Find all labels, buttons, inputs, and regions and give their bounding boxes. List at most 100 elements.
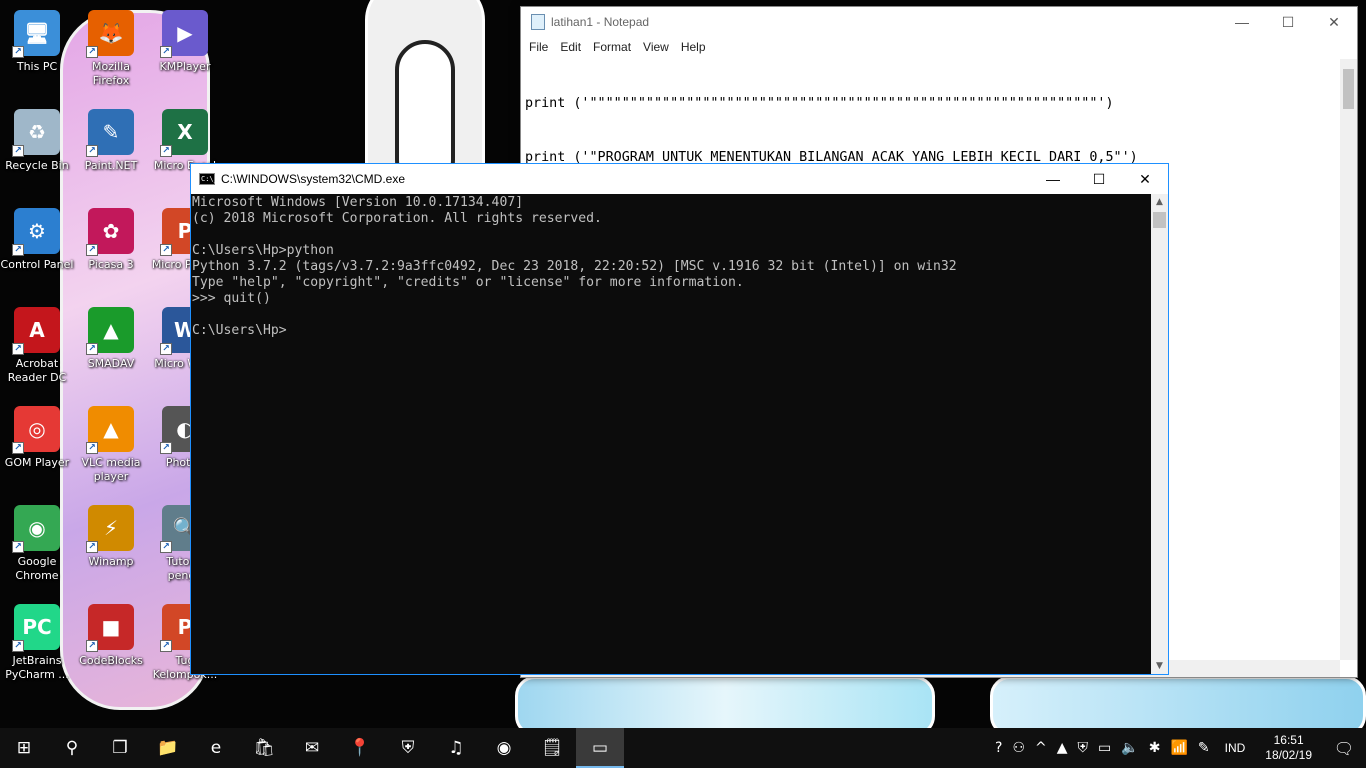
taskbar-mail[interactable]: ✉ <box>288 728 336 768</box>
desktop-icon[interactable]: ■ ↗ CodeBlocks <box>74 598 148 694</box>
taskbar-task-view-button[interactable]: ❐ <box>96 728 144 768</box>
shortcut-arrow-icon: ↗ <box>86 46 98 58</box>
menu-format[interactable]: Format <box>587 40 637 54</box>
shortcut-arrow-icon: ↗ <box>86 343 98 355</box>
tray-icon[interactable]: ▲ <box>1052 740 1073 756</box>
shortcut-arrow-icon: ↗ <box>12 244 24 256</box>
tray-icon[interactable]: ^ <box>1030 740 1052 756</box>
app-icon: ▲ ↗ <box>86 406 134 454</box>
app-icon: X ↗ <box>160 109 208 157</box>
wallpaper-shape <box>990 676 1366 728</box>
taskbar-maps[interactable]: 📍 <box>336 728 384 768</box>
taskbar-start-button[interactable]: ⊞ <box>0 728 48 768</box>
tray-icon[interactable]: ▭ <box>1093 740 1116 756</box>
cmd-titlebar[interactable]: C:\_ C:\WINDOWS\system32\CMD.exe — ☐ ✕ <box>191 164 1168 194</box>
app-icon: A ↗ <box>12 307 60 355</box>
desktop-icon-label: Picasa 3 <box>88 258 134 271</box>
desktop-icon[interactable]: ⚙ ↗ Control Panel <box>0 202 74 298</box>
taskbar-chrome[interactable]: ◉ <box>480 728 528 768</box>
tray-icon[interactable]: ? <box>990 740 1007 756</box>
app-icon: ▶ ↗ <box>160 10 208 58</box>
app-icon: ⚡ ↗ <box>86 505 134 553</box>
app-icon: 🖥 ↗ <box>12 10 60 58</box>
action-center-icon[interactable]: 🗨 <box>1322 728 1366 768</box>
taskbar-edge[interactable]: e <box>192 728 240 768</box>
tray-icon[interactable]: ⚇ <box>1007 740 1030 756</box>
taskbar-security[interactable]: ⛨ <box>384 728 432 768</box>
menu-help[interactable]: Help <box>675 40 712 54</box>
scroll-down-icon[interactable]: ▼ <box>1151 658 1168 674</box>
taskbar-search-button[interactable]: ⚲ <box>48 728 96 768</box>
shortcut-arrow-icon: ↗ <box>12 343 24 355</box>
app-icon: ▲ ↗ <box>86 307 134 355</box>
menu-edit[interactable]: Edit <box>554 40 587 54</box>
cmd-window[interactable]: C:\_ C:\WINDOWS\system32\CMD.exe — ☐ ✕ M… <box>190 163 1169 675</box>
app-icon: ✎ ↗ <box>86 109 134 157</box>
desktop-icon[interactable]: ▶ ↗ KMPlayer <box>148 4 222 100</box>
desktop-icon[interactable]: ♻ ↗ Recycle Bin <box>0 103 74 199</box>
tray-icon[interactable]: ✱ <box>1144 740 1166 756</box>
shortcut-arrow-icon: ↗ <box>160 343 172 355</box>
desktop-icon[interactable]: ▲ ↗ VLC media player <box>74 400 148 496</box>
desktop-icon-label: Google Chrome <box>15 555 59 582</box>
shortcut-arrow-icon: ↗ <box>12 46 24 58</box>
desktop-icon[interactable]: ✎ ↗ Paint.NET <box>74 103 148 199</box>
desktop-icon[interactable]: ▲ ↗ SMADAV <box>74 301 148 397</box>
desktop-icon-label: KMPlayer <box>159 60 211 73</box>
desktop-icon-label: Recycle Bin <box>5 159 69 172</box>
notepad-minimize-button[interactable]: — <box>1219 7 1265 37</box>
shortcut-arrow-icon: ↗ <box>12 640 24 652</box>
menu-file[interactable]: File <box>523 40 554 54</box>
desktop-icon-label: VLC media player <box>81 456 141 483</box>
notepad-maximize-button[interactable]: ☐ <box>1265 7 1311 37</box>
desktop-icon[interactable]: PC ↗ JetBrains PyCharm ... <box>0 598 74 694</box>
desktop-icon-label: Control Panel <box>0 258 74 271</box>
shortcut-arrow-icon: ↗ <box>86 145 98 157</box>
shortcut-arrow-icon: ↗ <box>160 640 172 652</box>
menu-view[interactable]: View <box>637 40 675 54</box>
desktop-icon-label: Paint.NET <box>84 159 138 172</box>
desktop-icon[interactable]: 🦊 ↗ Mozilla Firefox <box>74 4 148 100</box>
taskbar-spotify[interactable]: ♫ <box>432 728 480 768</box>
scroll-thumb[interactable] <box>1153 212 1166 228</box>
clock[interactable]: 16:51 18/02/19 <box>1255 733 1322 763</box>
shortcut-arrow-icon: ↗ <box>160 541 172 553</box>
scroll-up-icon[interactable]: ▲ <box>1151 194 1168 210</box>
shortcut-arrow-icon: ↗ <box>86 541 98 553</box>
system-tray: ? ⚇ ^ ▲ ⛨ ▭ 🔈 ✱ 📶 ✎ IND 16:51 18/02/19 🗨 <box>990 728 1366 768</box>
tray-icon[interactable]: 📶 <box>1165 740 1192 756</box>
tray-icon[interactable]: ⛨ <box>1073 740 1094 756</box>
desktop-icon[interactable]: ✿ ↗ Picasa 3 <box>74 202 148 298</box>
notepad-titlebar[interactable]: latihan1 - Notepad — ☐ ✕ <box>521 7 1357 37</box>
desktop-icon[interactable]: ◉ ↗ Google Chrome <box>0 499 74 595</box>
cmd-minimize-button[interactable]: — <box>1030 164 1076 194</box>
taskbar-apps: ⊞ ⚲ ❐ 📁 e 🛍 ✉ 📍 ⛨ ♫ ◉ 🗒 ▭ <box>0 728 624 768</box>
shortcut-arrow-icon: ↗ <box>160 46 172 58</box>
language-indicator[interactable]: IND <box>1215 741 1256 755</box>
shortcut-arrow-icon: ↗ <box>160 145 172 157</box>
cmd-console-output[interactable]: Microsoft Windows [Version 10.0.17134.40… <box>191 194 1151 674</box>
taskbar-store[interactable]: 🛍 <box>240 728 288 768</box>
shortcut-arrow-icon: ↗ <box>86 244 98 256</box>
desktop-icon[interactable]: ◎ ↗ GOM Player <box>0 400 74 496</box>
notepad-close-button[interactable]: ✕ <box>1311 7 1357 37</box>
taskbar-notepad[interactable]: 🗒 <box>528 728 576 768</box>
cmd-vertical-scrollbar[interactable]: ▲ ▼ <box>1151 194 1168 674</box>
time: 16:51 <box>1273 733 1304 747</box>
cmd-maximize-button[interactable]: ☐ <box>1076 164 1122 194</box>
wallpaper-shape <box>515 676 935 728</box>
app-icon: ♻ ↗ <box>12 109 60 157</box>
desktop-icon-label: GOM Player <box>4 456 70 469</box>
desktop-icon[interactable]: 🖥 ↗ This PC <box>0 4 74 100</box>
shortcut-arrow-icon: ↗ <box>12 541 24 553</box>
taskbar-file-explorer[interactable]: 📁 <box>144 728 192 768</box>
cmd-close-button[interactable]: ✕ <box>1122 164 1168 194</box>
scroll-thumb[interactable] <box>1343 69 1354 109</box>
desktop-icon-label: Mozilla Firefox <box>92 60 130 87</box>
notepad-vertical-scrollbar[interactable] <box>1340 59 1357 660</box>
desktop-icon[interactable]: A ↗ Acrobat Reader DC <box>0 301 74 397</box>
tray-icon[interactable]: ✎ <box>1193 740 1215 756</box>
taskbar-cmd[interactable]: ▭ <box>576 728 624 768</box>
desktop-icon[interactable]: ⚡ ↗ Winamp <box>74 499 148 595</box>
tray-icon[interactable]: 🔈 <box>1116 740 1143 756</box>
